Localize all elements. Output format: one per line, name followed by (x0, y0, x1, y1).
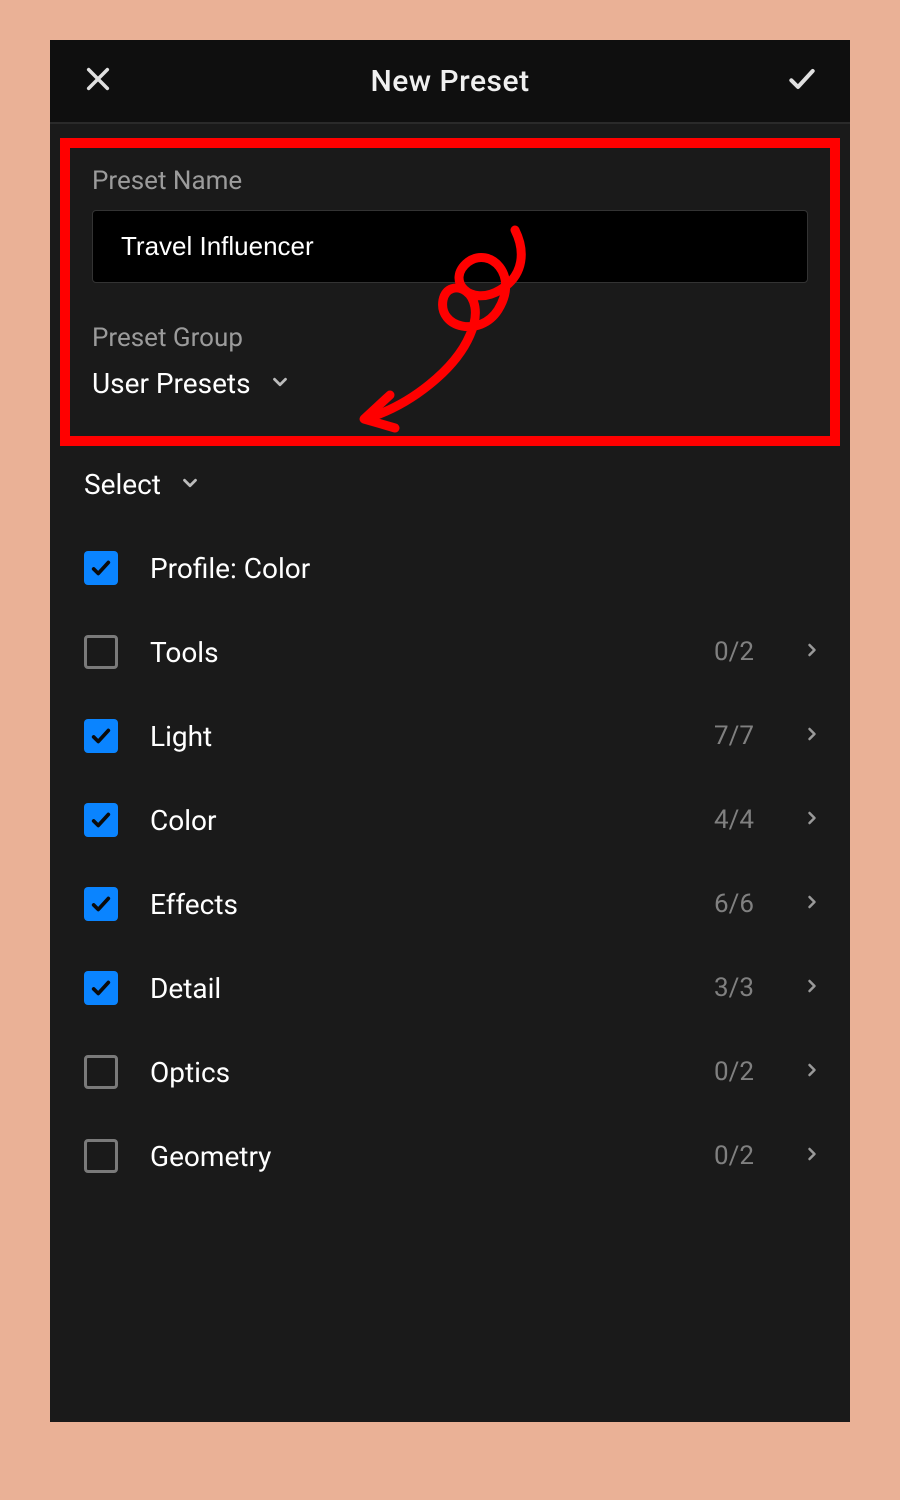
options-list: Profile: Color Tools 0/2 Light 7/7 Color 4/4 Ef… (50, 511, 850, 1173)
chevron-down-icon (179, 472, 201, 498)
option-checkbox[interactable] (84, 803, 118, 837)
chevron-right-icon (802, 724, 822, 748)
option-checkbox[interactable] (84, 635, 118, 669)
chevron-right-icon (802, 640, 822, 664)
close-button[interactable] (78, 61, 118, 101)
option-label: Profile: Color (150, 552, 822, 585)
option-row[interactable]: Optics 0/2 (84, 1055, 822, 1089)
select-dropdown[interactable]: Select (50, 446, 850, 511)
preset-name-input[interactable] (92, 210, 808, 283)
select-label: Select (84, 468, 161, 501)
option-count: 0/2 (714, 1057, 754, 1087)
panel-title: New Preset (118, 64, 782, 99)
option-label: Color (150, 804, 682, 837)
option-row[interactable]: Tools 0/2 (84, 635, 822, 669)
preset-group-label: Preset Group (92, 323, 808, 353)
option-count: 4/4 (714, 805, 754, 835)
close-icon (84, 65, 112, 97)
option-checkbox[interactable] (84, 719, 118, 753)
preset-group-value: User Presets (92, 367, 251, 400)
option-label: Effects (150, 888, 682, 921)
option-checkbox[interactable] (84, 551, 118, 585)
chevron-right-icon (802, 892, 822, 916)
chevron-right-icon (802, 976, 822, 1000)
panel-header: New Preset (50, 40, 850, 124)
option-row[interactable]: Profile: Color (84, 551, 822, 585)
highlighted-form-area: Preset Name Preset Group User Presets (60, 138, 840, 446)
option-row[interactable]: Color 4/4 (84, 803, 822, 837)
option-checkbox[interactable] (84, 887, 118, 921)
option-checkbox[interactable] (84, 971, 118, 1005)
option-label: Optics (150, 1056, 682, 1089)
option-row[interactable]: Effects 6/6 (84, 887, 822, 921)
chevron-right-icon (802, 808, 822, 832)
option-row[interactable]: Light 7/7 (84, 719, 822, 753)
option-checkbox[interactable] (84, 1055, 118, 1089)
option-count: 3/3 (714, 973, 754, 1003)
option-count: 7/7 (714, 721, 754, 751)
option-count: 0/2 (714, 1141, 754, 1171)
confirm-button[interactable] (782, 61, 822, 101)
option-row[interactable]: Detail 3/3 (84, 971, 822, 1005)
new-preset-panel: New Preset Preset Name Preset Group User… (50, 40, 850, 1422)
option-count: 0/2 (714, 637, 754, 667)
option-label: Tools (150, 636, 682, 669)
chevron-down-icon (269, 371, 291, 397)
chevron-right-icon (802, 1060, 822, 1084)
check-icon (786, 63, 818, 99)
option-checkbox[interactable] (84, 1139, 118, 1173)
preset-name-label: Preset Name (92, 166, 808, 196)
option-label: Geometry (150, 1140, 682, 1173)
option-row[interactable]: Geometry 0/2 (84, 1139, 822, 1173)
preset-group-dropdown[interactable]: User Presets (92, 367, 808, 400)
chevron-right-icon (802, 1144, 822, 1168)
option-count: 6/6 (714, 889, 754, 919)
option-label: Light (150, 720, 682, 753)
option-label: Detail (150, 972, 682, 1005)
